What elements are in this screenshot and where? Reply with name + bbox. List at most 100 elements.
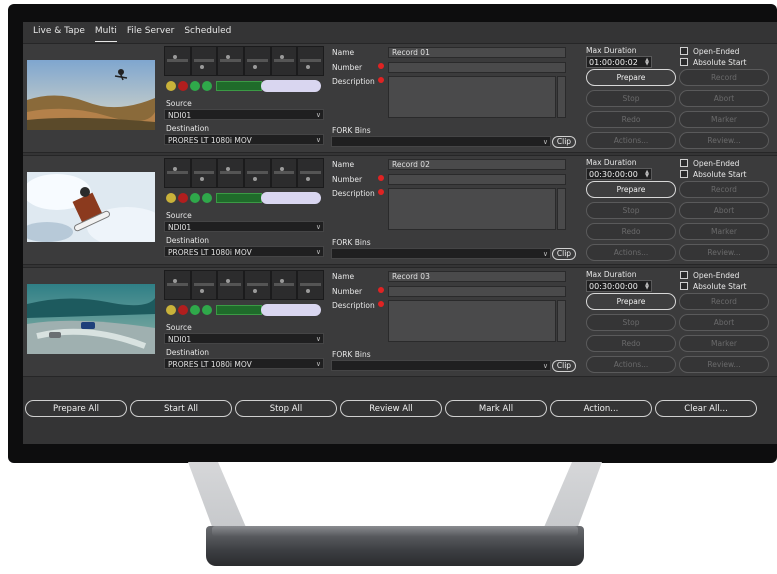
open-ended-checkbox-3[interactable] (680, 271, 688, 279)
timecode-led-display (216, 305, 262, 315)
record-button-2[interactable]: Record (679, 181, 769, 198)
record-row-1: Source NDI01 ∨ Destination PRORES LT 1080… (23, 43, 777, 153)
chevron-down-icon: ∨ (542, 138, 548, 146)
status-led-red (178, 81, 188, 91)
prepare-button-3[interactable]: Prepare (586, 293, 676, 310)
marker-button-1[interactable]: Marker (679, 111, 769, 128)
abort-button-2[interactable]: Abort (679, 202, 769, 219)
open-ended-checkbox-2[interactable] (680, 159, 688, 167)
tab-multi[interactable]: Multi (94, 26, 117, 42)
fork-bins-label: FORK Bins (332, 350, 371, 359)
source-value: NDI01 (168, 335, 192, 344)
number-field-3[interactable] (388, 286, 566, 297)
audio-meters-3 (164, 270, 324, 300)
max-duration-field-3[interactable]: 00:30:00:00 ▲ ▼ (586, 280, 652, 292)
absolute-start-checkbox-1[interactable] (680, 58, 688, 66)
status-led-green (190, 193, 200, 203)
redo-button-1[interactable]: Redo (586, 111, 676, 128)
tab-bar: Live & Tape Multi File Server Scheduled (33, 26, 231, 42)
prepare-all-button[interactable]: Prepare All (25, 400, 127, 417)
number-field-1[interactable] (388, 62, 566, 73)
destination-select-3[interactable]: PRORES LT 1080i MOV ∨ (164, 358, 324, 369)
prepare-button-1[interactable]: Prepare (586, 69, 676, 86)
record-button-3[interactable]: Record (679, 293, 769, 310)
review-button-3[interactable]: Review... (679, 356, 769, 373)
status-lights-3 (166, 304, 262, 316)
status-led-red (178, 305, 188, 315)
stop-button-1[interactable]: Stop (586, 90, 676, 107)
max-duration-field-1[interactable]: 01:00:00:02 ▲ ▼ (586, 56, 652, 68)
start-all-button[interactable]: Start All (130, 400, 232, 417)
actions-button-1[interactable]: Actions... (586, 132, 676, 149)
actions-button-3[interactable]: Actions... (586, 356, 676, 373)
name-label: Name (332, 272, 355, 281)
name-field-3[interactable]: Record 03 (388, 271, 566, 282)
spinner-arrows-icon[interactable]: ▲ ▼ (644, 58, 650, 67)
marker-button-3[interactable]: Marker (679, 335, 769, 352)
tab-scheduled[interactable]: Scheduled (184, 26, 231, 42)
stop-button-3[interactable]: Stop (586, 314, 676, 331)
clip-button-1[interactable]: Clip (552, 136, 576, 148)
stop-button-2[interactable]: Stop (586, 202, 676, 219)
review-button-2[interactable]: Review... (679, 244, 769, 261)
source-select-3[interactable]: NDI01 ∨ (164, 333, 324, 344)
chevron-down-icon: ∨ (315, 360, 321, 368)
description-field-2[interactable] (388, 188, 556, 230)
open-ended-label: Open-Ended (693, 47, 740, 56)
open-ended-checkbox-1[interactable] (680, 47, 688, 55)
number-field-2[interactable] (388, 174, 566, 185)
destination-select-2[interactable]: PRORES LT 1080i MOV ∨ (164, 246, 324, 257)
fork-bins-select-2[interactable]: ∨ (331, 248, 551, 259)
description-scrollbar-3[interactable] (557, 300, 566, 342)
fork-bins-select-1[interactable]: ∨ (331, 136, 551, 147)
absolute-start-label: Absolute Start (693, 58, 747, 67)
status-led-yellow (166, 193, 176, 203)
stop-all-button[interactable]: Stop All (235, 400, 337, 417)
required-indicator (378, 175, 384, 181)
bulk-action-bar: Prepare All Start All Stop All Review Al… (23, 400, 777, 422)
clip-button-2[interactable]: Clip (552, 248, 576, 260)
destination-value: PRORES LT 1080i MOV (168, 248, 252, 257)
max-duration-label: Max Duration (586, 46, 637, 55)
description-field-3[interactable] (388, 300, 556, 342)
marker-button-2[interactable]: Marker (679, 223, 769, 240)
abort-button-1[interactable]: Abort (679, 90, 769, 107)
review-all-button[interactable]: Review All (340, 400, 442, 417)
spinner-arrows-icon[interactable]: ▲ ▼ (644, 170, 650, 179)
name-field-1[interactable]: Record 01 (388, 47, 566, 58)
description-label: Description (332, 189, 375, 198)
fork-bins-select-3[interactable]: ∨ (331, 360, 551, 371)
description-scrollbar-2[interactable] (557, 188, 566, 230)
abort-button-3[interactable]: Abort (679, 314, 769, 331)
action-button[interactable]: Action... (550, 400, 652, 417)
status-led-yellow (166, 81, 176, 91)
absolute-start-checkbox-3[interactable] (680, 282, 688, 290)
destination-select-1[interactable]: PRORES LT 1080i MOV ∨ (164, 134, 324, 145)
tab-file-server[interactable]: File Server (127, 26, 174, 42)
spinner-arrows-icon[interactable]: ▲ ▼ (644, 282, 650, 291)
absolute-start-checkbox-2[interactable] (680, 170, 688, 178)
status-pill-2 (261, 192, 321, 204)
source-select-2[interactable]: NDI01 ∨ (164, 221, 324, 232)
destination-value: PRORES LT 1080i MOV (168, 360, 252, 369)
redo-button-3[interactable]: Redo (586, 335, 676, 352)
mark-all-button[interactable]: Mark All (445, 400, 547, 417)
video-thumbnail-3 (27, 284, 155, 354)
review-button-1[interactable]: Review... (679, 132, 769, 149)
actions-button-2[interactable]: Actions... (586, 244, 676, 261)
tab-live-tape[interactable]: Live & Tape (33, 26, 85, 42)
absolute-start-label: Absolute Start (693, 170, 747, 179)
source-select-1[interactable]: NDI01 ∨ (164, 109, 324, 120)
audio-meters-2 (164, 158, 324, 188)
clip-button-3[interactable]: Clip (552, 360, 576, 372)
description-scrollbar-1[interactable] (557, 76, 566, 118)
max-duration-label: Max Duration (586, 270, 637, 279)
clear-all-button[interactable]: Clear All... (655, 400, 757, 417)
prepare-button-2[interactable]: Prepare (586, 181, 676, 198)
record-button-1[interactable]: Record (679, 69, 769, 86)
description-field-1[interactable] (388, 76, 556, 118)
redo-button-2[interactable]: Redo (586, 223, 676, 240)
max-duration-field-2[interactable]: 00:30:00:00 ▲ ▼ (586, 168, 652, 180)
status-led-red (178, 193, 188, 203)
name-field-2[interactable]: Record 02 (388, 159, 566, 170)
